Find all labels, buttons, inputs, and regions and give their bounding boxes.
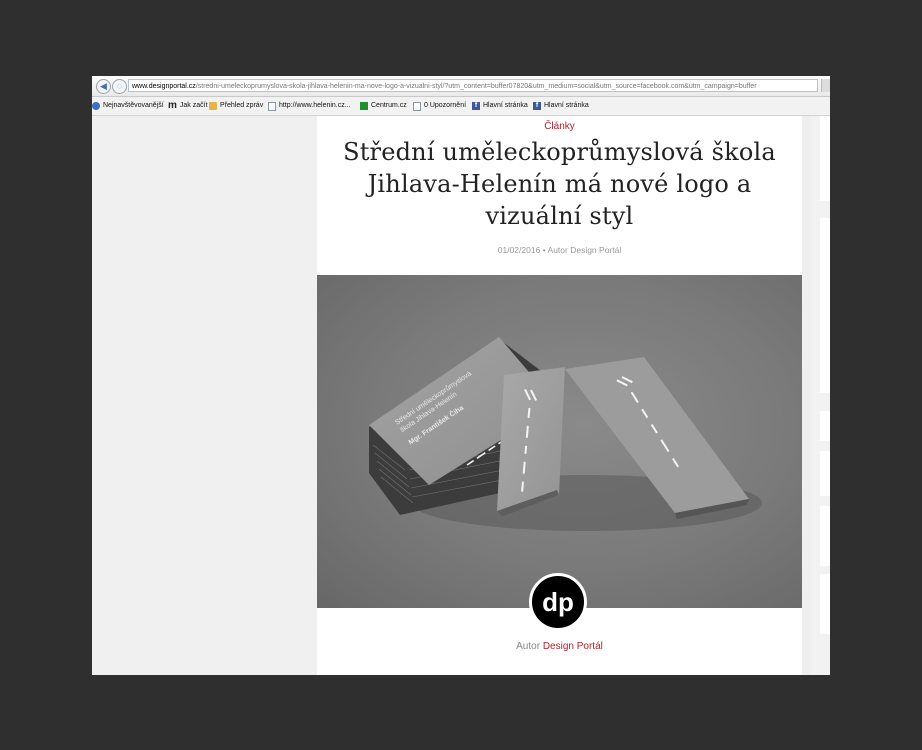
m-icon: m [168, 100, 177, 111]
sidebar-widget [820, 451, 830, 496]
bookmark-news[interactable]: Přehled zpráv [209, 97, 263, 115]
page-icon [413, 101, 421, 111]
sidebar-widget [820, 574, 830, 634]
facebook-icon: f [472, 102, 480, 110]
page-content: Články Střední uměleckoprůmyslová škola … [92, 116, 830, 675]
url-input[interactable]: www.designportal.cz/stredni-umeleckoprum… [128, 79, 818, 92]
author-line: Autor Design Portál [317, 641, 802, 652]
bookmark-centrum[interactable]: Centrum.cz [360, 97, 407, 115]
url-end-icon[interactable] [821, 79, 830, 92]
sidebar-widget [820, 116, 830, 201]
bookmark-most-visited[interactable]: Nejnavštěvovanější [92, 97, 164, 115]
bookmark-getting-started[interactable]: m Jak začít [168, 97, 208, 115]
author-link[interactable]: Design Portál [543, 641, 603, 652]
site-identity-icon[interactable]: ◌ [112, 79, 127, 94]
page-icon [268, 101, 276, 111]
back-button[interactable]: ◀ [96, 79, 111, 94]
bookmark-label: Jak začít [179, 102, 208, 109]
bookmark-notifications[interactable]: 0 Upozornění [413, 97, 466, 115]
sidebar-widget [820, 411, 830, 441]
facebook-icon: f [533, 102, 541, 110]
bookmark-label: 0 Upozornění [424, 102, 467, 109]
bookmark-label: Hlavní stránka [483, 102, 528, 109]
bookmark-label: Přehled zpráv [220, 102, 264, 109]
bookmark-label: Nejnavštěvovanější [103, 102, 164, 109]
sidebar-widget [820, 506, 830, 566]
bookmark-facebook-2[interactable]: f Hlavní stránka [533, 97, 589, 115]
bookmark-helenin[interactable]: http://www.helenin.cz... [268, 97, 351, 115]
centrum-icon [360, 102, 368, 110]
article-meta: 01/02/2016 • Autor Design Portál [497, 245, 622, 255]
star-icon [92, 102, 100, 110]
article: Články Střední uměleckoprůmyslová škola … [317, 116, 802, 675]
bookmark-label: http://www.helenin.cz... [279, 102, 351, 109]
author-avatar[interactable]: dp [529, 573, 587, 631]
left-margin [92, 116, 317, 675]
hero-image: Střední uměleckoprůmyslová škola Jihlava… [317, 275, 802, 608]
author-prefix: Autor [516, 641, 541, 652]
folder-icon [209, 102, 217, 110]
browser-window: ◀ ◌ www.designportal.cz/stredni-umelecko… [92, 76, 830, 675]
article-title: Střední uměleckoprůmyslová škola Jihlava… [343, 138, 776, 230]
url-domain: www.designportal.cz [132, 83, 196, 90]
address-bar: ◀ ◌ www.designportal.cz/stredni-umelecko… [92, 76, 830, 97]
bookmark-facebook-1[interactable]: f Hlavní stránka [472, 97, 528, 115]
bookmark-label: Centrum.cz [371, 102, 407, 109]
sidebar-widget [820, 218, 830, 393]
bookmarks-bar: Nejnavštěvovanější m Jak začít Přehled z… [92, 97, 830, 116]
category-link[interactable]: Články [317, 121, 802, 132]
avatar-text: dp [542, 587, 574, 617]
url-path: /stredni-umeleckoprumyslova-skola-jihlav… [195, 83, 757, 90]
bookmark-label: Hlavní stránka [544, 102, 589, 109]
business-cards-illustration: Střední uměleckoprůmyslová škola Jihlava… [369, 337, 762, 531]
dp-logo-icon: dp [542, 587, 574, 617]
